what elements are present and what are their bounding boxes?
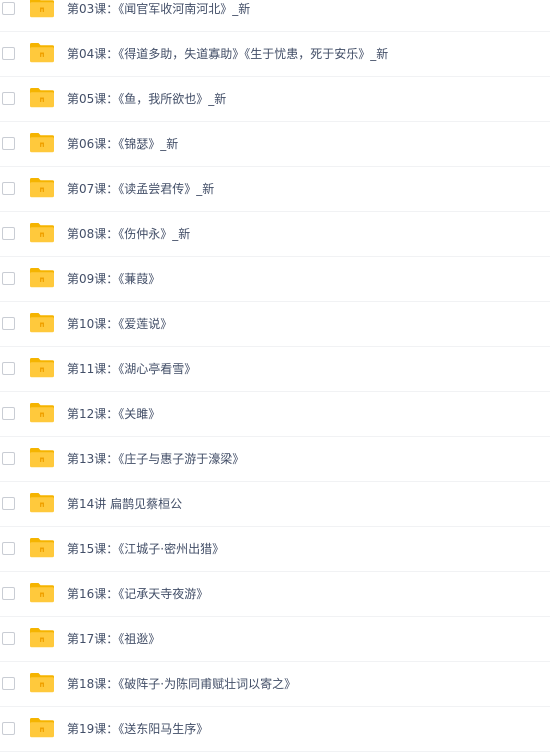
file-row[interactable]: 第03课：《闻官军收河南河北》_新 [0, 0, 550, 32]
file-row[interactable]: 第06课：《锦瑟》_新 [0, 122, 550, 167]
file-row[interactable]: 第17课：《祖逖》 [0, 617, 550, 662]
folder-icon [29, 581, 55, 603]
row-checkbox[interactable] [2, 47, 15, 60]
file-name: 第06课：《锦瑟》_新 [67, 137, 179, 151]
row-checkbox[interactable] [2, 587, 15, 600]
file-name: 第09课：《蒹葭》 [67, 272, 161, 286]
file-name: 第05课：《鱼，我所欲也》_新 [67, 92, 227, 106]
row-checkbox[interactable] [2, 317, 15, 330]
row-checkbox[interactable] [2, 2, 15, 15]
file-row[interactable]: 第10课：《爱莲说》 [0, 302, 550, 347]
file-name: 第16课：《记承天寺夜游》 [67, 587, 209, 601]
file-name: 第08课：《伤仲永》_新 [67, 227, 191, 241]
folder-icon [29, 311, 55, 333]
folder-icon [29, 536, 55, 558]
file-row[interactable]: 第05课：《鱼，我所欲也》_新 [0, 77, 550, 122]
folder-icon [29, 176, 55, 198]
row-checkbox[interactable] [2, 182, 15, 195]
file-name: 第11课：《湖心亭看雪》 [67, 362, 197, 376]
folder-icon [29, 401, 55, 423]
row-checkbox[interactable] [2, 227, 15, 240]
folder-icon [29, 266, 55, 288]
folder-icon [29, 356, 55, 378]
row-checkbox[interactable] [2, 362, 15, 375]
file-name: 第17课：《祖逖》 [67, 632, 161, 646]
folder-icon [29, 221, 55, 243]
file-row[interactable]: 第19课：《送东阳马生序》 [0, 707, 550, 752]
row-checkbox[interactable] [2, 137, 15, 150]
file-list: 第03课：《闻官军收河南河北》_新 第04课：《得道多助，失道寡助》《生于忧患，… [0, 0, 550, 752]
row-checkbox[interactable] [2, 452, 15, 465]
file-name: 第13课：《庄子与惠子游于濠梁》 [67, 452, 245, 466]
folder-icon [29, 446, 55, 468]
folder-icon [29, 626, 55, 648]
file-name: 第18课：《破阵子·为陈同甫赋壮词以寄之》 [67, 677, 297, 691]
file-row[interactable]: 第11课：《湖心亭看雪》 [0, 347, 550, 392]
row-checkbox[interactable] [2, 497, 15, 510]
file-row[interactable]: 第08课：《伤仲永》_新 [0, 212, 550, 257]
file-name: 第10课：《爱莲说》 [67, 317, 173, 331]
folder-icon [29, 41, 55, 63]
file-row[interactable]: 第15课：《江城子·密州出猎》 [0, 527, 550, 572]
file-row[interactable]: 第09课：《蒹葭》 [0, 257, 550, 302]
folder-icon [29, 86, 55, 108]
folder-icon [29, 0, 55, 18]
row-checkbox[interactable] [2, 542, 15, 555]
file-name: 第07课：《读孟尝君传》_新 [67, 182, 215, 196]
row-checkbox[interactable] [2, 722, 15, 735]
file-row[interactable]: 第04课：《得道多助，失道寡助》《生于忧患，死于安乐》_新 [0, 32, 550, 77]
row-checkbox[interactable] [2, 92, 15, 105]
file-name: 第03课：《闻官军收河南河北》_新 [67, 2, 251, 16]
row-checkbox[interactable] [2, 632, 15, 645]
row-checkbox[interactable] [2, 272, 15, 285]
file-row[interactable]: 第12课：《关雎》 [0, 392, 550, 437]
file-name: 第15课：《江城子·密州出猎》 [67, 542, 225, 556]
folder-icon [29, 716, 55, 738]
row-checkbox[interactable] [2, 407, 15, 420]
folder-icon [29, 671, 55, 693]
folder-icon [29, 131, 55, 153]
file-row[interactable]: 第14讲 扁鹊见蔡桓公 [0, 482, 550, 527]
file-name: 第14讲 扁鹊见蔡桓公 [67, 497, 183, 511]
file-row[interactable]: 第13课：《庄子与惠子游于濠梁》 [0, 437, 550, 482]
file-name: 第04课：《得道多助，失道寡助》《生于忧患，死于安乐》_新 [67, 47, 389, 61]
file-name: 第12课：《关雎》 [67, 407, 161, 421]
file-name: 第19课：《送东阳马生序》 [67, 722, 209, 736]
file-row[interactable]: 第16课：《记承天寺夜游》 [0, 572, 550, 617]
file-row[interactable]: 第18课：《破阵子·为陈同甫赋壮词以寄之》 [0, 662, 550, 707]
file-row[interactable]: 第07课：《读孟尝君传》_新 [0, 167, 550, 212]
folder-icon [29, 491, 55, 513]
row-checkbox[interactable] [2, 677, 15, 690]
